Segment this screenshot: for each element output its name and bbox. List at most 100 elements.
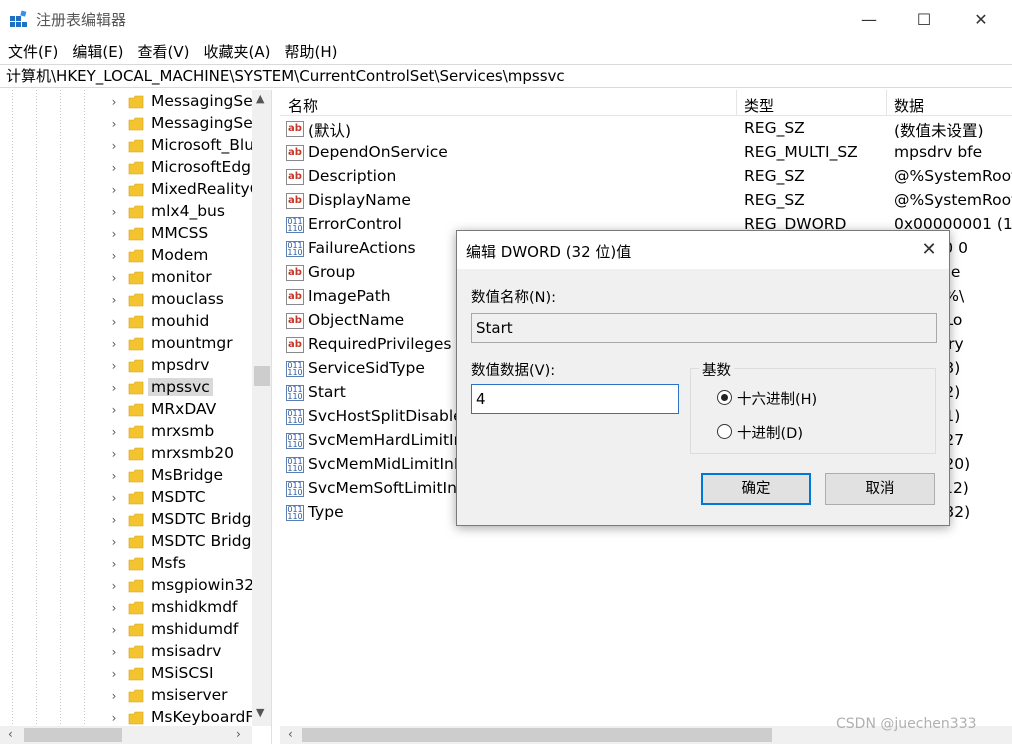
ok-button[interactable]: 确定 xyxy=(701,473,811,505)
tree-item[interactable]: › mountmgr xyxy=(0,333,252,355)
column-separator[interactable] xyxy=(736,90,737,116)
chevron-right-icon[interactable]: › xyxy=(108,139,120,153)
chevron-right-icon[interactable]: › xyxy=(108,645,120,659)
scroll-right-icon[interactable]: › xyxy=(236,727,241,741)
chevron-right-icon[interactable]: › xyxy=(108,205,120,219)
tree-item[interactable]: › MsBridge xyxy=(0,465,252,487)
tree-item[interactable]: › Modem xyxy=(0,245,252,267)
tree-item[interactable]: › mlx4_bus xyxy=(0,201,252,223)
chevron-right-icon[interactable]: › xyxy=(108,249,120,263)
menu-favorites[interactable]: 收藏夹(A) xyxy=(204,41,271,62)
maximize-button[interactable]: ☐ xyxy=(901,0,947,38)
column-header-name[interactable]: 名称 xyxy=(288,95,318,116)
chevron-right-icon[interactable]: › xyxy=(108,161,120,175)
tree-item[interactable]: › monitor xyxy=(0,267,252,289)
chevron-right-icon[interactable]: › xyxy=(108,337,120,351)
tree-item[interactable]: › mrxsmb20 xyxy=(0,443,252,465)
tree-item[interactable]: › mrxsmb xyxy=(0,421,252,443)
radio-decimal-label[interactable]: 十进制(D) xyxy=(737,422,803,443)
radio-hex[interactable] xyxy=(717,390,732,405)
chevron-right-icon[interactable]: › xyxy=(108,425,120,439)
tree-item[interactable]: › msgpiowin32 xyxy=(0,575,255,597)
table-row[interactable]: ab DependOnService REG_MULTI_SZ mpsdrv bfe xyxy=(280,141,1012,165)
chevron-right-icon[interactable]: › xyxy=(108,315,120,329)
scroll-up-icon[interactable]: ▲ xyxy=(256,92,264,105)
chevron-right-icon[interactable]: › xyxy=(108,535,120,549)
table-row[interactable]: ab (默认) REG_SZ (数值未设置) xyxy=(280,117,1012,141)
chevron-right-icon[interactable]: › xyxy=(108,447,120,461)
title-bar: 注册表编辑器 — ☐ ✕ xyxy=(0,0,1012,38)
menu-help[interactable]: 帮助(H) xyxy=(284,41,337,62)
scroll-thumb[interactable] xyxy=(302,728,772,742)
tree-horizontal-scrollbar[interactable]: ‹ › xyxy=(0,726,252,744)
tree-item[interactable]: › mshidkmdf xyxy=(0,597,252,619)
tree-item[interactable]: › mshidumdf xyxy=(0,619,252,641)
tree-vertical-scrollbar[interactable]: ▲ ▼ xyxy=(252,90,271,726)
column-header-type[interactable]: 类型 xyxy=(744,95,774,116)
dialog-close-icon[interactable]: ✕ xyxy=(915,237,943,263)
tree-item[interactable]: › MSDTC Bridge xyxy=(0,509,261,531)
folder-icon xyxy=(128,557,144,571)
tree-item[interactable]: › Microsoft_Blu xyxy=(0,135,254,157)
tree-item[interactable]: › MMCSS xyxy=(0,223,252,245)
chevron-right-icon[interactable]: › xyxy=(108,469,120,483)
menu-file[interactable]: 文件(F) xyxy=(8,41,58,62)
chevron-right-icon[interactable]: › xyxy=(108,623,120,637)
menu-view[interactable]: 查看(V) xyxy=(138,41,190,62)
tree-item[interactable]: › MixedRealityC xyxy=(0,179,261,201)
chevron-right-icon[interactable]: › xyxy=(108,601,120,615)
tree-item[interactable]: › MSDTC Bridge xyxy=(0,531,261,553)
chevron-right-icon[interactable]: › xyxy=(108,183,120,197)
chevron-right-icon[interactable]: › xyxy=(108,403,120,417)
tree-item[interactable]: › mouclass xyxy=(0,289,252,311)
tree-item[interactable]: › msiserver xyxy=(0,685,252,707)
chevron-right-icon[interactable]: › xyxy=(108,293,120,307)
scroll-down-icon[interactable]: ▼ xyxy=(256,706,264,719)
chevron-right-icon[interactable]: › xyxy=(108,117,120,131)
scroll-left-icon[interactable]: ‹ xyxy=(288,727,293,741)
chevron-right-icon[interactable]: › xyxy=(108,271,120,285)
chevron-right-icon[interactable]: › xyxy=(108,381,120,395)
tree-item-label: mouclass xyxy=(151,290,224,308)
menu-edit[interactable]: 编辑(E) xyxy=(72,41,123,62)
table-row[interactable]: ab Description REG_SZ @%SystemRoot xyxy=(280,165,1012,189)
tree-item[interactable]: › mpsdrv xyxy=(0,355,252,377)
value-data-input[interactable]: 4 xyxy=(471,384,679,414)
cancel-button[interactable]: 取消 xyxy=(825,473,935,505)
minimize-button[interactable]: — xyxy=(846,0,892,38)
chevron-right-icon[interactable]: › xyxy=(108,491,120,505)
tree-item[interactable]: › MSDTC xyxy=(0,487,252,509)
tree-item[interactable]: › Msfs xyxy=(0,553,252,575)
value-type-cell: REG_SZ xyxy=(744,119,805,137)
table-row[interactable]: ab DisplayName REG_SZ @%SystemRoot xyxy=(280,189,1012,213)
column-separator[interactable] xyxy=(886,90,887,116)
tree-item[interactable]: › MicrosoftEdg xyxy=(0,157,252,179)
chevron-right-icon[interactable]: › xyxy=(108,227,120,241)
tree-item-label: monitor xyxy=(151,268,212,286)
radio-hex-label[interactable]: 十六进制(H) xyxy=(737,388,817,409)
tree-item-label: MessagingSer xyxy=(151,114,260,132)
tree-item[interactable]: › MessagingSer xyxy=(0,91,260,113)
tree-item[interactable]: › MRxDAV xyxy=(0,399,252,421)
radio-decimal[interactable] xyxy=(717,424,732,439)
tree-item[interactable]: › msisadrv xyxy=(0,641,252,663)
chevron-right-icon[interactable]: › xyxy=(108,557,120,571)
column-header-data[interactable]: 数据 xyxy=(894,95,924,116)
scroll-left-icon[interactable]: ‹ xyxy=(8,727,13,741)
chevron-right-icon[interactable]: › xyxy=(108,667,120,681)
chevron-right-icon[interactable]: › xyxy=(108,579,120,593)
address-bar[interactable]: 计算机\HKEY_LOCAL_MACHINE\SYSTEM\CurrentCon… xyxy=(0,64,1012,88)
close-button[interactable]: ✕ xyxy=(958,0,1004,38)
scroll-thumb[interactable] xyxy=(24,728,122,742)
chevron-right-icon[interactable]: › xyxy=(108,711,120,725)
chevron-right-icon[interactable]: › xyxy=(108,359,120,373)
tree-item[interactable]: › mpssvc xyxy=(0,377,252,399)
tree-item[interactable]: › mouhid xyxy=(0,311,252,333)
tree-item[interactable]: › MSiSCSI xyxy=(0,663,252,685)
chevron-right-icon[interactable]: › xyxy=(108,689,120,703)
chevron-right-icon[interactable]: › xyxy=(108,95,120,109)
value-name-cell: DependOnService xyxy=(308,143,448,161)
scroll-thumb[interactable] xyxy=(254,366,270,386)
chevron-right-icon[interactable]: › xyxy=(108,513,120,527)
tree-item[interactable]: › MessagingSer xyxy=(0,113,260,135)
